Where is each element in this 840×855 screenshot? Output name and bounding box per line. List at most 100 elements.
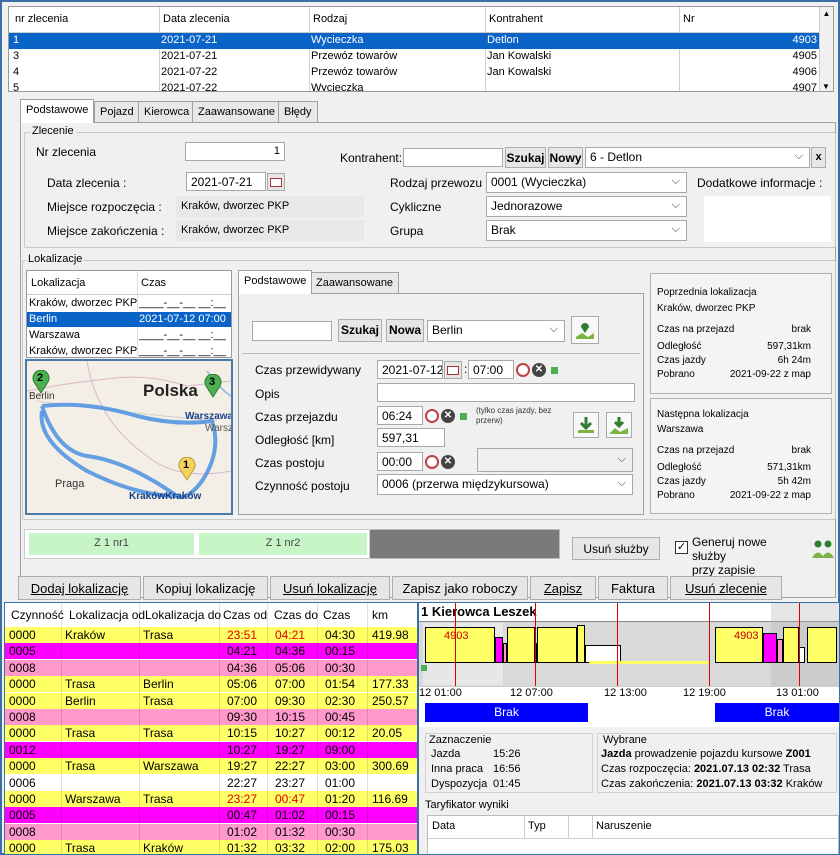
activity-block[interactable] bbox=[807, 627, 837, 663]
col-data[interactable]: Data bbox=[432, 820, 455, 832]
table-row[interactable]: 0000 Warszawa Trasa 23:27 00:47 01:20 116.69 bbox=[5, 791, 417, 807]
col-km[interactable]: km bbox=[372, 608, 388, 622]
loc-combo[interactable]: Berlin ⌵ bbox=[427, 320, 565, 342]
orders-scrollbar[interactable]: ▲ ▼ bbox=[819, 7, 833, 91]
scroll-down-icon[interactable]: ▼ bbox=[820, 82, 832, 91]
taryf-table[interactable]: Data Typ Naruszenie bbox=[427, 815, 839, 854]
delete-order-button[interactable]: Usuń zlecenie bbox=[670, 576, 782, 600]
col-czynnosc[interactable]: Czynność bbox=[11, 608, 64, 622]
usun-sluzby-button[interactable]: Usuń służby bbox=[572, 537, 660, 560]
loc-nowa-button[interactable]: Nowa bbox=[386, 319, 424, 342]
kontrahent-combo[interactable]: 6 - Detlon ⌵ bbox=[585, 147, 810, 168]
copy-location-button[interactable]: Kopiuj lokalizację bbox=[143, 576, 268, 600]
table-row[interactable]: 0000 Trasa Warszawa 19:27 22:27 03:00 300.69 bbox=[5, 758, 417, 775]
col-czas-do[interactable]: Czas do bbox=[274, 608, 318, 622]
clear-icon[interactable]: ✕ bbox=[440, 408, 456, 424]
czynnosc-combo[interactable]: 0006 (przerwa międzykursowa) ⌵ bbox=[377, 474, 633, 495]
delete-location-button[interactable]: Usuń lokalizację bbox=[270, 576, 390, 600]
tab-loc-zaawansowane[interactable]: Zaawansowane bbox=[310, 272, 400, 294]
kontrahent-input[interactable] bbox=[403, 148, 503, 167]
activities-table[interactable]: Czynność Lokalizacja od Lokalizacja do C… bbox=[4, 602, 418, 855]
col-naruszenie[interactable]: Naruszenie bbox=[596, 820, 652, 832]
service-block[interactable]: Z 1 nr2 bbox=[199, 533, 367, 555]
opis-input[interactable] bbox=[377, 383, 635, 402]
table-row[interactable]: 1 2021-07-21 Wycieczka Detlon 4903 bbox=[9, 33, 821, 49]
activity-block[interactable] bbox=[507, 627, 535, 663]
col-czas[interactable]: Czas bbox=[141, 277, 166, 289]
col-lokalizacja[interactable]: Lokalizacja bbox=[31, 277, 85, 289]
clear-icon[interactable]: ✕ bbox=[440, 454, 456, 470]
tab-loc-podstawowe[interactable]: Podstawowe bbox=[238, 270, 313, 294]
tab-pojazd[interactable]: Pojazd bbox=[94, 101, 140, 123]
brak-bar[interactable]: Brak bbox=[715, 703, 839, 722]
postoj-combo[interactable]: ⌵ bbox=[477, 448, 633, 472]
activity-block[interactable] bbox=[577, 625, 585, 663]
activity-block[interactable] bbox=[537, 627, 577, 663]
clear-kontrahent-button[interactable]: x bbox=[811, 147, 826, 168]
col-lok-od[interactable]: Lokalizacja od bbox=[69, 608, 145, 622]
table-row[interactable]: 0006 22:27 23:27 01:00 bbox=[5, 774, 417, 791]
activity-block[interactable]: 4903 bbox=[715, 627, 763, 663]
calendar-icon[interactable] bbox=[444, 361, 462, 379]
table-row[interactable]: 5 2021-07-22 Wycieczka 4907 bbox=[9, 81, 821, 91]
loc-search-input[interactable] bbox=[252, 321, 332, 341]
table-row[interactable]: 0000 Berlin Trasa 07:00 09:30 02:30 250.57 bbox=[5, 692, 417, 709]
odleglosc-input[interactable]: 597,31 bbox=[377, 428, 445, 447]
col-czas-od[interactable]: Czas od bbox=[223, 608, 267, 622]
table-row[interactable]: 0008 01:02 01:32 00:30 bbox=[5, 823, 417, 840]
calendar-icon[interactable] bbox=[267, 173, 285, 191]
activity-block[interactable] bbox=[763, 633, 777, 663]
timeline-panel[interactable]: 1 Kierowca Leszek 4903 4903 12 01:00 12 0… bbox=[418, 602, 840, 855]
col-num[interactable]: Nr bbox=[683, 13, 695, 25]
table-row[interactable]: 0012 10:27 19:27 09:00 bbox=[5, 741, 417, 758]
czas-przew-time[interactable]: 07:00 bbox=[468, 360, 514, 379]
activity-block[interactable] bbox=[783, 627, 799, 663]
activity-block[interactable]: 4903 bbox=[425, 627, 495, 663]
czas-przew-date[interactable]: 2021-07-12 bbox=[377, 360, 443, 379]
tab-zaawansowane[interactable]: Zaawansowane bbox=[192, 101, 282, 123]
czas-postoju-input[interactable]: 00:00 bbox=[377, 452, 423, 471]
rodzaj-combo[interactable]: 0001 (Wycieczka) ⌵ bbox=[486, 172, 687, 193]
list-item[interactable]: Kraków, dworzec PKP ____-__-__ __:__ bbox=[27, 344, 231, 359]
table-row[interactable]: 0005 04:21 04:36 00:15 bbox=[5, 643, 417, 660]
table-row[interactable]: 0000 Trasa Kraków 01:32 03:32 02:00 175.03 bbox=[5, 840, 417, 854]
locations-table[interactable]: Lokalizacja Czas Kraków, dworzec PKP ____… bbox=[26, 270, 232, 359]
nowy-button[interactable]: Nowy bbox=[548, 147, 583, 168]
download-icon[interactable] bbox=[573, 412, 599, 438]
col-typ[interactable]: Typ bbox=[528, 820, 546, 832]
map-pin-icon[interactable]: 2 bbox=[31, 369, 51, 394]
save-button[interactable]: Zapisz bbox=[530, 576, 596, 600]
col-date[interactable]: Data zlecenia bbox=[163, 13, 230, 25]
orders-table[interactable]: nr zlecenia Data zlecenia Rodzaj Kontrah… bbox=[8, 6, 834, 92]
table-row[interactable]: 0008 09:30 10:15 00:45 bbox=[5, 709, 417, 725]
clock-icon[interactable] bbox=[424, 454, 440, 470]
col-lok-do[interactable]: Lokalizacja do bbox=[145, 608, 221, 622]
service-block[interactable]: Z 1 nr1 bbox=[29, 533, 194, 555]
czas-przejazdu-input[interactable]: 06:24 bbox=[377, 406, 423, 425]
activity-block[interactable] bbox=[495, 637, 503, 663]
invoice-button[interactable]: Faktura bbox=[598, 576, 668, 600]
table-row[interactable]: 0005 00:47 01:02 00:15 bbox=[5, 807, 417, 824]
table-row[interactable]: 3 2021-07-21 Przewóz towarów Jan Kowalsk… bbox=[9, 49, 821, 65]
table-row[interactable]: 0000 Trasa Berlin 05:06 07:00 01:54 177.33 bbox=[5, 676, 417, 693]
map-location-icon[interactable] bbox=[571, 316, 599, 344]
map-pin-icon[interactable]: 1 bbox=[177, 456, 197, 481]
clear-icon[interactable]: ✕ bbox=[531, 362, 547, 378]
dodatkowe-input[interactable] bbox=[704, 196, 831, 242]
table-row[interactable]: 0000 Trasa Trasa 10:15 10:27 00:12 20.05 bbox=[5, 725, 417, 742]
download-map-icon[interactable] bbox=[606, 412, 632, 438]
list-item[interactable]: Kraków, dworzec PKP ____-__-__ __:__ bbox=[27, 296, 231, 311]
grupa-combo[interactable]: Brak ⌵ bbox=[486, 220, 687, 241]
add-location-button[interactable]: Dodaj lokalizację bbox=[18, 576, 141, 600]
cykliczne-combo[interactable]: Jednorazowe ⌵ bbox=[486, 196, 687, 217]
table-row[interactable]: 0000 Kraków Trasa 23:51 04:21 04:30 419.98 bbox=[5, 627, 417, 643]
tab-kierowca[interactable]: Kierowca bbox=[138, 101, 196, 123]
list-item[interactable]: Berlin 2021-07-12 07:00 bbox=[27, 312, 231, 327]
clock-icon[interactable] bbox=[424, 408, 440, 424]
col-type[interactable]: Rodzaj bbox=[313, 13, 347, 25]
szukaj-button[interactable]: Szukaj bbox=[505, 147, 546, 168]
table-row[interactable]: 4 2021-07-22 Przewóz towarów Jan Kowalsk… bbox=[9, 65, 821, 81]
table-row[interactable]: 0008 04:36 05:06 00:30 bbox=[5, 659, 417, 676]
col-czas[interactable]: Czas bbox=[323, 608, 350, 622]
people-icon[interactable] bbox=[810, 535, 836, 561]
